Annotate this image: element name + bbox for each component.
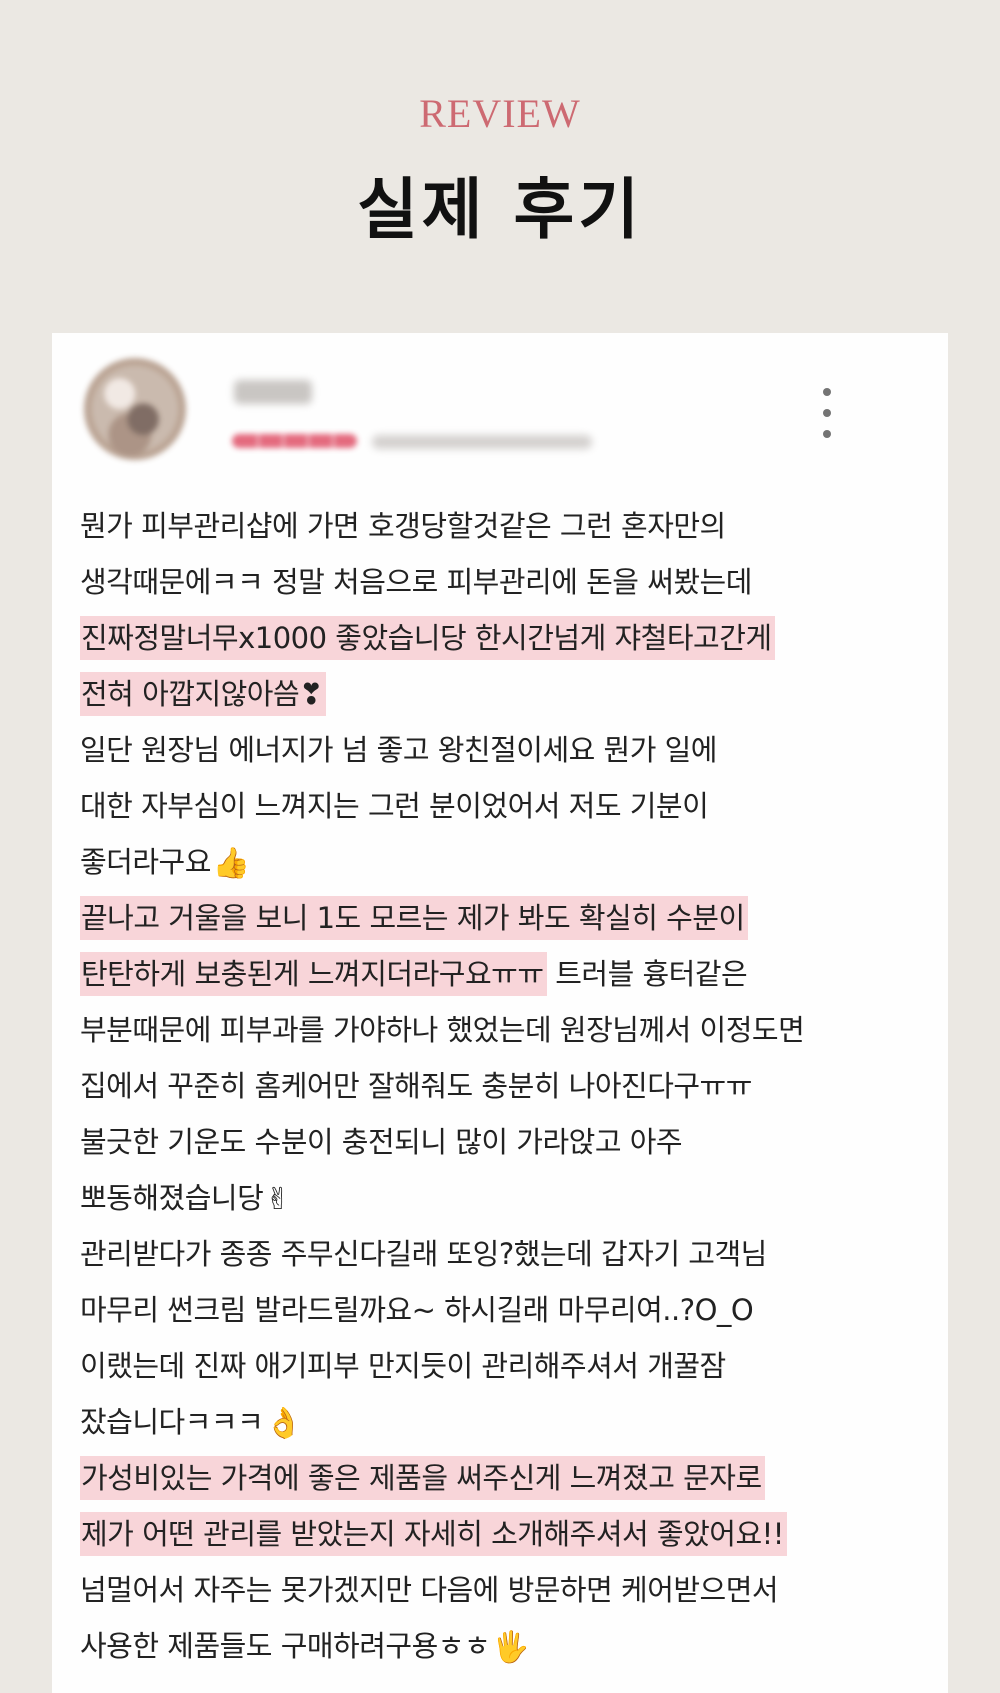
victory-hand-icon: ✌ bbox=[265, 1182, 290, 1217]
review-text: 좋더라구요 bbox=[80, 845, 211, 879]
page-title: 실제 후기 bbox=[357, 170, 643, 248]
review-line: 끝나고 거울을 보니 1도 모르는 제가 봐도 확실히 수분이 bbox=[80, 890, 920, 946]
ok-hand-icon: 👌 bbox=[265, 1406, 303, 1441]
review-header bbox=[52, 333, 948, 473]
blurred-rating bbox=[232, 434, 357, 448]
review-line: 집에서 꾸준히 홈케어만 잘해줘도 충분히 나아진다구ㅠㅠ bbox=[80, 1058, 920, 1114]
review-text: 잤습니다ㅋㅋㅋ bbox=[80, 1405, 264, 1439]
review-line: 진짜정말너무x1000 좋았습니당 한시간넘게 쟈철타고간게 bbox=[80, 610, 920, 666]
raised-hand-icon: 🖐 bbox=[492, 1630, 529, 1665]
review-line: 뭔가 피부관리샵에 가면 호갱당할것같은 그런 혼자만의 bbox=[80, 498, 920, 554]
review-line: 사용한 제품들도 구매하려구용ㅎㅎ🖐 bbox=[80, 1618, 920, 1674]
blurred-date bbox=[372, 435, 592, 449]
review-text: 대한 자부심이 느껴지는 그런 분이었어서 저도 기분이 bbox=[80, 789, 709, 823]
review-text: 집에서 꾸준히 홈케어만 잘해줘도 충분히 나아진다구ㅠㅠ bbox=[80, 1069, 752, 1103]
avatar bbox=[84, 358, 186, 460]
review-text: 트러블 흉터같은 bbox=[546, 957, 748, 991]
review-text: 관리받다가 종종 주무신다길래 또잉?했는데 갑자기 고객님 bbox=[80, 1237, 767, 1271]
review-line: 넘멀어서 자주는 못가겠지만 다음에 방문하면 케어받으면서 bbox=[80, 1562, 920, 1618]
review-line: 관리받다가 종종 주무신다길래 또잉?했는데 갑자기 고객님 bbox=[80, 1226, 920, 1282]
review-text: 불긋한 기운도 수분이 충전되니 많이 가라앉고 아주 bbox=[80, 1125, 683, 1159]
review-line: 부분때문에 피부과를 가야하나 했었는데 원장님께서 이정도면 bbox=[80, 1002, 920, 1058]
review-card: 뭔가 피부관리샵에 가면 호갱당할것같은 그런 혼자만의 생각때문에ㅋㅋ 정말 … bbox=[52, 333, 948, 1693]
more-vertical-icon bbox=[823, 430, 831, 438]
highlighted-text: 끝나고 거울을 보니 1도 모르는 제가 봐도 확실히 수분이 bbox=[80, 896, 748, 940]
review-line: 이랬는데 진짜 애기피부 만지듯이 관리해주셔서 개꿀잠 bbox=[80, 1338, 920, 1394]
review-line: 일단 원장님 에너지가 넘 좋고 왕친절이세요 뭔가 일에 bbox=[80, 722, 920, 778]
review-line: 불긋한 기운도 수분이 충전되니 많이 가라앉고 아주 bbox=[80, 1114, 920, 1170]
review-line: 대한 자부심이 느껴지는 그런 분이었어서 저도 기분이 bbox=[80, 778, 920, 834]
review-line: 가성비있는 가격에 좋은 제품을 써주신게 느껴졌고 문자로 bbox=[80, 1450, 920, 1506]
review-line: 잤습니다ㅋㅋㅋ👌 bbox=[80, 1394, 920, 1450]
review-text: 뭔가 피부관리샵에 가면 호갱당할것같은 그런 혼자만의 bbox=[80, 509, 726, 543]
more-options-button[interactable] bbox=[812, 388, 842, 438]
review-text: 뽀동해졌습니당 bbox=[80, 1181, 264, 1215]
review-line: 마무리 썬크림 발라드릴까요~ 하시길래 마무리여..?O_O bbox=[80, 1282, 920, 1338]
section-eyebrow: REVIEW bbox=[419, 91, 581, 136]
review-text: 마무리 썬크림 발라드릴까요~ 하시길래 마무리여..?O_O bbox=[80, 1293, 754, 1327]
review-line: 생각때문에ㅋㅋ 정말 처음으로 피부관리에 돈을 써봤는데 bbox=[80, 554, 920, 610]
highlighted-text: 진짜정말너무x1000 좋았습니당 한시간넘게 쟈철타고간게 bbox=[80, 616, 775, 660]
review-line: 제가 어떤 관리를 받았는지 자세히 소개해주셔서 좋았어요!! bbox=[80, 1506, 920, 1562]
more-vertical-icon bbox=[823, 409, 831, 417]
review-line: 탄탄하게 보충된게 느껴지더라구요ㅠㅠ 트러블 흉터같은 bbox=[80, 946, 920, 1002]
review-text: 이랬는데 진짜 애기피부 만지듯이 관리해주셔서 개꿀잠 bbox=[80, 1349, 726, 1383]
review-line: 뽀동해졌습니당✌ bbox=[80, 1170, 920, 1226]
review-text: 부분때문에 피부과를 가야하나 했었는데 원장님께서 이정도면 bbox=[80, 1013, 805, 1047]
review-line: 전혀 아깝지않아씀❣ bbox=[80, 666, 920, 722]
highlighted-text: 제가 어떤 관리를 받았는지 자세히 소개해주셔서 좋았어요!! bbox=[80, 1512, 787, 1556]
more-vertical-icon bbox=[823, 388, 831, 396]
highlighted-text: 가성비있는 가격에 좋은 제품을 써주신게 느껴졌고 문자로 bbox=[80, 1456, 765, 1500]
thumbs-up-icon: 👍 bbox=[212, 846, 250, 881]
highlighted-text: 전혀 아깝지않아씀❣ bbox=[80, 672, 326, 716]
page-header: REVIEW 실제 후기 bbox=[0, 0, 1000, 260]
highlighted-text: 탄탄하게 보충된게 느껴지더라구요ㅠㅠ bbox=[80, 952, 547, 996]
review-text: 사용한 제품들도 구매하려구용ㅎㅎ bbox=[80, 1629, 491, 1663]
review-line: 좋더라구요👍 bbox=[80, 834, 920, 890]
review-text: 생각때문에ㅋㅋ 정말 처음으로 피부관리에 돈을 써봤는데 bbox=[80, 565, 752, 599]
blurred-username bbox=[234, 380, 312, 404]
review-text: 일단 원장님 에너지가 넘 좋고 왕친절이세요 뭔가 일에 bbox=[80, 733, 718, 767]
review-text: 넘멀어서 자주는 못가겠지만 다음에 방문하면 케어받으면서 bbox=[80, 1573, 779, 1607]
review-body: 뭔가 피부관리샵에 가면 호갱당할것같은 그런 혼자만의 생각때문에ㅋㅋ 정말 … bbox=[80, 498, 920, 1674]
